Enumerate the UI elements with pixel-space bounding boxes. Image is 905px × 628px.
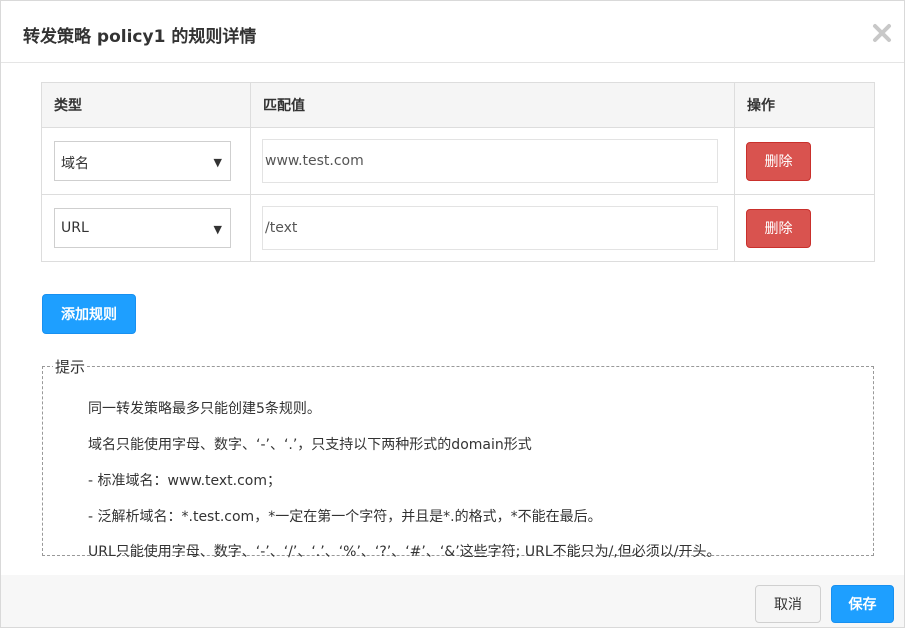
- tips-box: 提示 同一转发策略最多只能创建5条规则。 域名只能使用字母、数字、‘-’、‘.’…: [42, 356, 874, 560]
- tip-line: - 标准域名：www.text.com；: [88, 473, 281, 489]
- header-type: 类型: [41, 82, 251, 128]
- rules-table: 类型 匹配值 操作 域名 ▼ 删除: [41, 82, 875, 262]
- table-row: 域名 ▼ 删除: [41, 127, 875, 195]
- table-header-row: 类型 匹配值 操作: [41, 82, 875, 128]
- rule-type-value: URL: [61, 220, 89, 236]
- dialog-header: 转发策略 policy1 的规则详情: [1, 1, 904, 63]
- rule-type-select[interactable]: 域名 ▼: [54, 141, 231, 181]
- dialog-title: 转发策略 policy1 的规则详情: [23, 27, 257, 47]
- tip-line: - 泛解析域名：*.test.com，*一定在第一个字符，并且是*.的格式，*不…: [88, 509, 602, 525]
- header-match-value: 匹配值: [250, 82, 735, 128]
- tip-line: URL只能使用字母、数字、‘-’、‘/’、‘.’、‘%’、‘?’、‘#’、‘&’…: [88, 544, 721, 560]
- add-rule-button[interactable]: 添加规则: [42, 294, 136, 334]
- tip-line: 同一转发策略最多只能创建5条规则。: [88, 401, 321, 417]
- dialog-footer: 取消 保存: [1, 575, 904, 627]
- match-value-input[interactable]: [262, 206, 718, 250]
- delete-button[interactable]: 删除: [746, 208, 811, 248]
- rule-type-select[interactable]: URL ▼: [54, 208, 231, 248]
- tip-line: 域名只能使用字母、数字、‘-’、‘.’，只支持以下两种形式的domain形式: [88, 437, 532, 453]
- close-icon[interactable]: [872, 23, 892, 43]
- caret-down-icon: ▼: [213, 156, 222, 169]
- delete-button[interactable]: 删除: [746, 141, 811, 181]
- match-value-input[interactable]: [262, 139, 718, 183]
- cancel-button[interactable]: 取消: [755, 585, 821, 623]
- tips-legend: 提示: [55, 358, 86, 376]
- save-button[interactable]: 保存: [831, 585, 894, 623]
- rule-detail-dialog: 转发策略 policy1 的规则详情 类型 匹配值 操作 域名 ▼ www.te…: [0, 0, 905, 628]
- header-action: 操作: [734, 82, 875, 128]
- table-row: URL ▼ 删除: [41, 194, 875, 262]
- caret-down-icon: ▼: [213, 223, 222, 236]
- rule-type-value: 域名: [61, 156, 89, 172]
